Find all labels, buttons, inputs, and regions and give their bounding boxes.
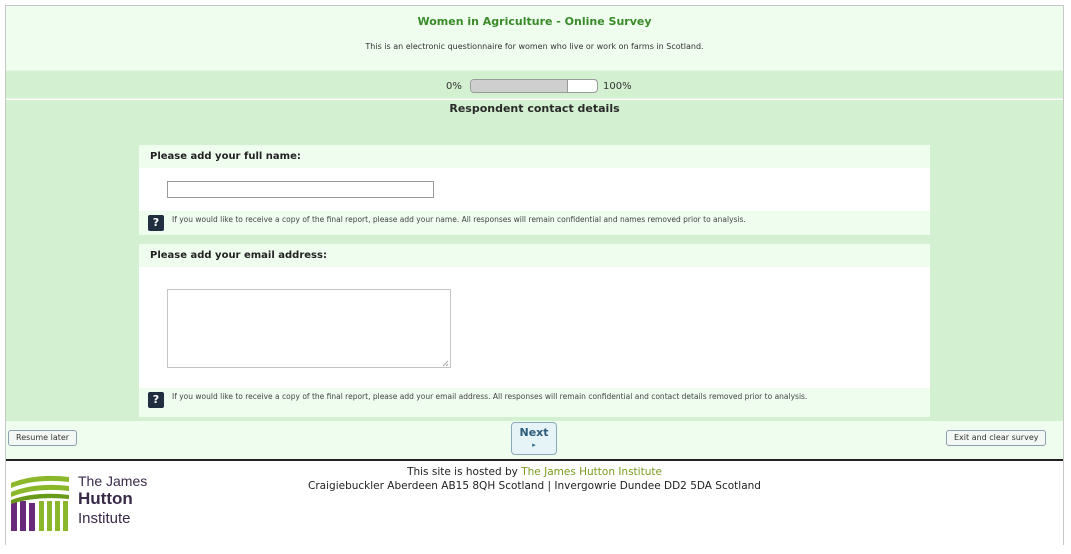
next-button[interactable]: Next ▸ — [511, 422, 557, 455]
address-line: Craigiebuckler Aberdeen AB15 8QH Scotlan… — [308, 480, 761, 492]
resize-grip-icon[interactable] — [442, 360, 449, 367]
survey-title: Women in Agriculture - Online Survey — [417, 15, 652, 28]
progress-bar-fill — [471, 80, 569, 92]
question-mark-icon[interactable]: ? — [148, 215, 164, 231]
email-textarea[interactable] — [167, 289, 451, 368]
survey-header: Women in Agriculture - Online Survey Thi… — [6, 6, 1063, 70]
logo-text-line: Hutton — [78, 489, 133, 508]
arrow-right-icon: ▸ — [532, 441, 536, 449]
progress-max-label: 100% — [603, 81, 632, 92]
hosted-by-prefix: This site is hosted by — [407, 466, 522, 478]
progress-bar — [470, 79, 598, 93]
question-label: Please add your full name: — [150, 151, 301, 162]
navigation-bar: Resume later Next ▸ Exit and clear surve… — [6, 421, 1063, 459]
question-header: Please add your email address: — [139, 244, 930, 267]
question-header: Please add your full name: — [139, 145, 930, 168]
exit-and-clear-button[interactable]: Exit and clear survey — [946, 430, 1047, 446]
progress-min-label: 0% — [446, 81, 462, 92]
question-label: Please add your email address: — [150, 250, 327, 261]
help-text: If you would like to receive a copy of t… — [172, 215, 746, 224]
resume-later-button[interactable]: Resume later — [8, 430, 78, 446]
question-full-name: Please add your full name: ? If you woul… — [139, 145, 930, 235]
logo-text-line: Institute — [78, 510, 131, 527]
hosted-by-line: This site is hosted by The James Hutton … — [6, 466, 1063, 478]
question-help: ? If you would like to receive a copy of… — [139, 388, 930, 417]
question-email: Please add your email address: ? If you … — [139, 244, 930, 417]
help-text: If you would like to receive a copy of t… — [172, 392, 808, 401]
site-footer: The James Hutton Institute This site is … — [6, 461, 1063, 545]
full-name-input[interactable] — [167, 181, 434, 198]
question-mark-icon[interactable]: ? — [148, 392, 164, 408]
survey-description: This is an electronic questionnaire for … — [365, 42, 704, 51]
section-title: Respondent contact details — [449, 102, 620, 115]
host-institute-link[interactable]: The James Hutton Institute — [521, 466, 662, 478]
question-area: Respondent contact details Please add yo… — [6, 100, 1063, 421]
survey-page: Women in Agriculture - Online Survey Thi… — [5, 5, 1064, 545]
next-button-label: Next — [519, 426, 549, 439]
progress-area: 0% 100% — [6, 70, 1063, 99]
question-help: ? If you would like to receive a copy of… — [139, 211, 930, 235]
